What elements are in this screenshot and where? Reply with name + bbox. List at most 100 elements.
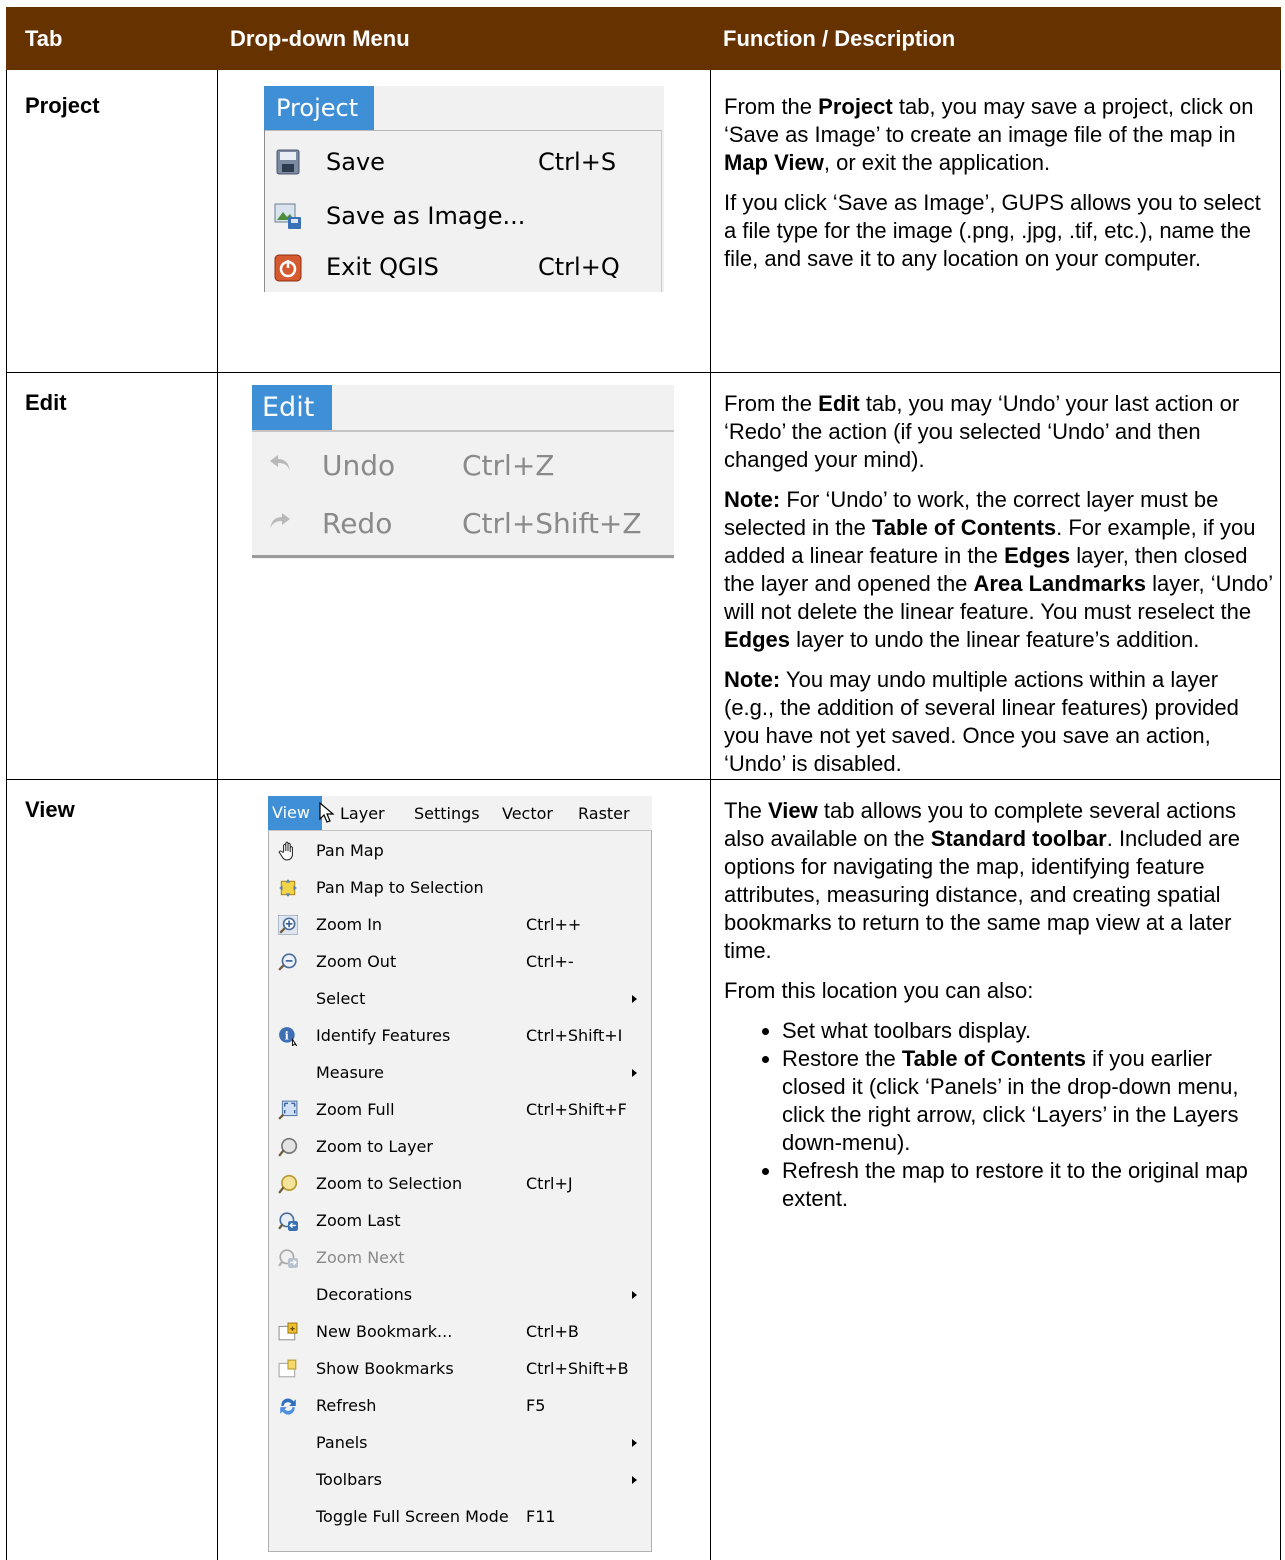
table-header <box>6 7 1281 70</box>
shortcut-save: Ctrl+S <box>538 148 617 176</box>
header-function-description: Function / Description <box>723 26 956 51</box>
zoom-selection-icon <box>278 1174 298 1194</box>
menu-item-shortcut: Ctrl+J <box>526 1174 573 1193</box>
save-image-icon <box>274 202 302 230</box>
zoom-last-icon <box>278 1211 298 1231</box>
menu-item-label: Toggle Full Screen Mode <box>316 1507 509 1526</box>
shortcut-undo: Ctrl+Z <box>462 449 555 482</box>
tab-view: View <box>25 797 75 822</box>
menu-item-pan-map-to-selection[interactable]: Pan Map to Selection <box>268 873 652 903</box>
menu-item-label: Zoom Full <box>316 1100 395 1119</box>
menu-item-shortcut: Ctrl+Shift+I <box>526 1026 623 1045</box>
view-bullet-list: Set what toolbars display. Restore the T… <box>724 1017 1274 1213</box>
menu-item-panels[interactable]: Panels <box>268 1428 652 1458</box>
menu-item-label: Panels <box>316 1433 368 1452</box>
menu-item-measure[interactable]: Measure <box>268 1058 652 1088</box>
bullet-item: Restore the Table of Contents if you ear… <box>782 1045 1274 1157</box>
zoom-next-icon <box>278 1248 298 1268</box>
mouse-cursor-icon <box>318 801 338 824</box>
menu-item-label: Zoom to Layer <box>316 1137 433 1156</box>
submenu-arrow-icon <box>632 1069 637 1077</box>
menu-item-shortcut: Ctrl+Shift+B <box>526 1359 629 1378</box>
menu-item-toggle-full-screen-mode[interactable]: Toggle Full Screen Mode F11 <box>268 1502 652 1532</box>
menu-item-select[interactable]: Select <box>268 984 652 1014</box>
menu-item-redo[interactable]: Redo <box>322 507 392 540</box>
edit-menu-screenshot: Edit Undo Ctrl+Z Redo Ctrl+Shift+Z <box>252 385 674 559</box>
view-description: The View tab allows you to complete seve… <box>724 797 1274 1213</box>
menu-item-shortcut: Ctrl+Shift+F <box>526 1100 627 1119</box>
menu-item-label: Pan Map to Selection <box>316 878 484 897</box>
menubar-layer[interactable]: Layer <box>340 804 385 823</box>
bullet-item: Set what toolbars display. <box>782 1017 1274 1045</box>
menu-item-decorations[interactable]: Decorations <box>268 1280 652 1310</box>
zoom-layer-icon <box>278 1137 298 1157</box>
menu-item-zoom-out[interactable]: Zoom Out Ctrl+- <box>268 947 652 977</box>
menu-item-zoom-to-selection[interactable]: Zoom to Selection Ctrl+J <box>268 1169 652 1199</box>
new-bookmark-icon <box>278 1322 298 1342</box>
submenu-arrow-icon <box>632 1439 637 1447</box>
shortcut-redo: Ctrl+Shift+Z <box>462 507 642 540</box>
menu-title-edit[interactable]: Edit <box>252 385 332 430</box>
menu-title-project[interactable]: Project <box>264 86 374 130</box>
tab-edit: Edit <box>25 390 67 415</box>
menu-item-label: Zoom Next <box>316 1248 405 1267</box>
menu-item-zoom-next[interactable]: Zoom Next <box>268 1243 652 1273</box>
menu-item-zoom-to-layer[interactable]: Zoom to Layer <box>268 1132 652 1162</box>
redo-icon <box>268 511 292 533</box>
identify-icon: i <box>278 1026 298 1048</box>
grid-line <box>1280 70 1281 1560</box>
menu-item-zoom-last[interactable]: Zoom Last <box>268 1206 652 1236</box>
zoom-in-icon <box>277 914 299 936</box>
submenu-arrow-icon <box>632 995 637 1003</box>
bullet-item: Refresh the map to restore it to the ori… <box>782 1157 1274 1213</box>
refresh-icon <box>278 1396 298 1416</box>
pan-hand-icon <box>278 841 298 861</box>
menu-item-undo[interactable]: Undo <box>322 449 395 482</box>
menu-item-label: Zoom to Selection <box>316 1174 463 1193</box>
menu-item-identify-features[interactable]: i Identify Features Ctrl+Shift+I <box>268 1021 652 1051</box>
header-tab: Tab <box>25 26 63 51</box>
menu-item-zoom-in[interactable]: Zoom In Ctrl++ <box>268 910 652 940</box>
shortcut-exit: Ctrl+Q <box>538 253 620 281</box>
menu-item-label: Toolbars <box>316 1470 382 1489</box>
menubar-raster[interactable]: Raster <box>578 804 630 823</box>
zoom-full-icon <box>278 1100 298 1120</box>
menu-item-save[interactable]: Save <box>326 148 385 176</box>
save-icon <box>276 149 300 175</box>
menu-item-new-bookmark[interactable]: New Bookmark... Ctrl+B <box>268 1317 652 1347</box>
tab-project: Project <box>25 93 100 118</box>
edit-description: From the Edit tab, you may ‘Undo’ your l… <box>724 391 1273 776</box>
menu-item-label: Zoom In <box>316 915 383 934</box>
menu-item-show-bookmarks[interactable]: Show Bookmarks Ctrl+Shift+B <box>268 1354 652 1384</box>
menu-item-label: Identify Features <box>316 1026 451 1045</box>
menubar-settings[interactable]: Settings <box>414 804 480 823</box>
submenu-arrow-icon <box>632 1476 637 1484</box>
view-menu-screenshot: View Layer Settings Vector Raster Pan Ma… <box>268 796 652 1552</box>
menu-item-toolbars[interactable]: Toolbars <box>268 1465 652 1495</box>
menu-item-label: New Bookmark... <box>316 1322 453 1341</box>
menubar-view[interactable]: View <box>268 796 322 830</box>
show-bookmarks-icon <box>278 1359 298 1379</box>
menu-item-label: Decorations <box>316 1285 413 1304</box>
project-description: From the Project tab, you may save a pro… <box>724 94 1261 271</box>
menu-item-label: Measure <box>316 1063 384 1082</box>
menu-item-label: Pan Map <box>316 841 384 860</box>
undo-icon <box>268 453 292 475</box>
menu-item-label: Zoom Out <box>316 952 397 971</box>
row-divider <box>6 372 1281 373</box>
header-dropdown-menu: Drop-down Menu <box>230 26 410 51</box>
menu-item-label: Show Bookmarks <box>316 1359 454 1378</box>
menu-item-refresh[interactable]: Refresh F5 <box>268 1391 652 1421</box>
submenu-arrow-icon <box>632 1291 637 1299</box>
exit-icon <box>274 254 302 282</box>
menu-item-exit-qgis[interactable]: Exit QGIS <box>326 253 439 281</box>
menubar-vector[interactable]: Vector <box>502 804 553 823</box>
menu-item-shortcut: Ctrl++ <box>526 915 582 934</box>
pan-selection-icon <box>278 878 298 898</box>
menu-item-shortcut: Ctrl+- <box>526 952 574 971</box>
menu-item-pan-map[interactable]: Pan Map <box>268 836 652 866</box>
menu-item-label: Select <box>316 989 366 1008</box>
menu-item-label: Zoom Last <box>316 1211 401 1230</box>
menu-item-save-as-image[interactable]: Save as Image... <box>326 202 525 230</box>
menu-item-zoom-full[interactable]: Zoom Full Ctrl+Shift+F <box>268 1095 652 1125</box>
